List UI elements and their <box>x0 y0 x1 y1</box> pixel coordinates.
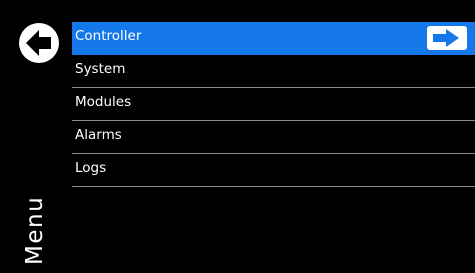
back-arrow-icon <box>19 23 59 63</box>
menu-item-label: Logs <box>75 160 107 176</box>
menu-item-system[interactable]: System <box>72 55 475 88</box>
menu-item-alarms[interactable]: Alarms <box>72 121 475 154</box>
back-button[interactable] <box>18 22 60 64</box>
menu-item-label: Modules <box>75 94 132 110</box>
menu-item-modules[interactable]: Modules <box>72 88 475 121</box>
page-title: Menu <box>22 195 48 265</box>
menu-item-logs[interactable]: Logs <box>72 154 475 187</box>
menu-screen: Menu Controller System Modules Alarms Lo… <box>0 0 475 273</box>
menu-item-label: Alarms <box>75 127 122 143</box>
menu-item-label: System <box>75 61 126 77</box>
menu-item-controller[interactable]: Controller <box>72 22 475 55</box>
arrow-right-icon[interactable] <box>427 26 467 50</box>
menu-item-label: Controller <box>75 28 142 44</box>
menu-list: Controller System Modules Alarms Logs <box>72 22 475 187</box>
